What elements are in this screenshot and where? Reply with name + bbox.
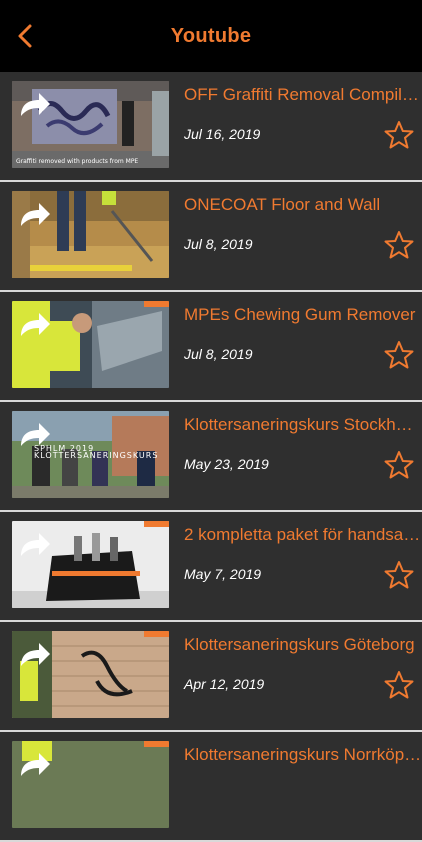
video-title: Klottersaneringskurs Stockholm bbox=[184, 415, 422, 434]
video-date: Jul 8, 2019 bbox=[184, 236, 253, 252]
video-row[interactable]: SPHLM 2019 KLOTTERSANERINGSKURS Klotters… bbox=[0, 402, 422, 512]
thumbnail-caption: SPHLM 2019 KLOTTERSANERINGSKURS bbox=[34, 444, 159, 460]
favorite-star-icon[interactable] bbox=[384, 670, 414, 700]
video-title: Klottersaneringskurs Göteborg bbox=[184, 635, 415, 654]
video-title: ONECOAT Floor and Wall bbox=[184, 195, 381, 214]
video-row[interactable]: Graffiti removed with products from MPE … bbox=[0, 72, 422, 182]
video-title: 2 kompletta paket för handsanering bbox=[184, 525, 422, 544]
favorite-star-icon[interactable] bbox=[384, 230, 414, 260]
video-row[interactable]: 2 kompletta paket för handsanering May 7… bbox=[0, 512, 422, 622]
favorite-star-icon[interactable] bbox=[384, 340, 414, 370]
share-arrow-icon bbox=[21, 643, 50, 666]
share-arrow-icon bbox=[21, 753, 50, 776]
video-title: Klottersaneringskurs Norrköping bbox=[184, 745, 422, 764]
share-arrow-icon bbox=[21, 533, 50, 556]
video-thumbnail[interactable] bbox=[12, 301, 169, 388]
video-thumbnail[interactable]: SPHLM 2019 KLOTTERSANERINGSKURS bbox=[12, 411, 169, 498]
video-title: OFF Graffiti Removal Compilation bbox=[184, 85, 422, 104]
share-arrow-icon bbox=[21, 423, 50, 446]
video-row[interactable]: ONECOAT Floor and Wall Jul 8, 2019 bbox=[0, 182, 422, 292]
video-date: Jul 16, 2019 bbox=[184, 126, 261, 142]
thumbnail-caption: Graffiti removed with products from MPE bbox=[16, 158, 139, 165]
share-arrow-icon bbox=[21, 313, 50, 336]
video-row[interactable]: MPEs Chewing Gum Remover Jul 8, 2019 bbox=[0, 292, 422, 402]
video-thumbnail[interactable] bbox=[12, 521, 169, 608]
video-row[interactable]: Klottersaneringskurs Göteborg Apr 12, 20… bbox=[0, 622, 422, 732]
video-date: May 7, 2019 bbox=[184, 566, 262, 582]
favorite-star-icon[interactable] bbox=[384, 560, 414, 590]
page-title: Youtube bbox=[170, 25, 252, 47]
share-arrow-icon bbox=[21, 203, 50, 226]
video-thumbnail[interactable] bbox=[12, 191, 169, 278]
favorite-star-icon[interactable] bbox=[384, 120, 414, 150]
video-thumbnail[interactable] bbox=[12, 741, 169, 828]
video-date: Jul 8, 2019 bbox=[184, 346, 253, 362]
favorite-star-icon[interactable] bbox=[384, 450, 414, 480]
video-list: Graffiti removed with products from MPE … bbox=[0, 72, 422, 842]
share-arrow-icon bbox=[21, 93, 50, 116]
video-thumbnail[interactable] bbox=[12, 631, 169, 718]
video-thumbnail[interactable]: Graffiti removed with products from MPE bbox=[12, 81, 169, 168]
video-row[interactable]: Klottersaneringskurs Norrköping bbox=[0, 732, 422, 842]
video-date: May 23, 2019 bbox=[184, 456, 269, 472]
top-bar: Youtube bbox=[0, 0, 422, 72]
video-title: MPEs Chewing Gum Remover bbox=[184, 305, 416, 324]
video-date: Apr 12, 2019 bbox=[184, 676, 265, 692]
